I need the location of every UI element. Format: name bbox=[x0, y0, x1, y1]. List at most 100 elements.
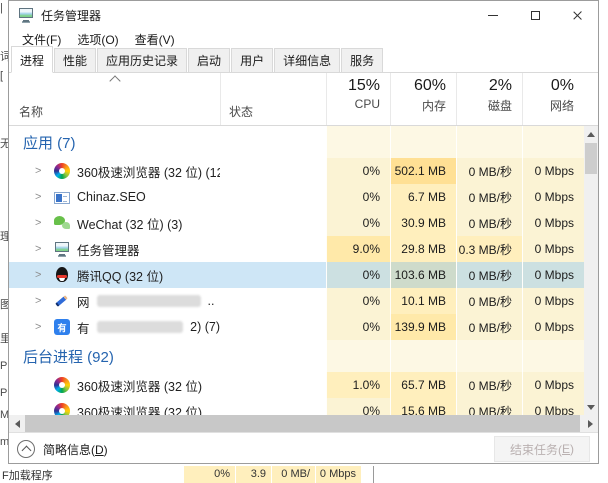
expand-arrow-icon[interactable]: > bbox=[35, 295, 47, 307]
background-memory-cell: 3.9 MB bbox=[235, 466, 271, 483]
status-cell bbox=[220, 288, 326, 314]
tab-processes[interactable]: 进程 bbox=[11, 46, 53, 73]
tab-services[interactable]: 服务 bbox=[341, 48, 383, 72]
column-header-network[interactable]: 0% 网络 bbox=[522, 73, 584, 125]
menu-item-view[interactable]: 查看(V) bbox=[127, 29, 183, 50]
process-name-cell: >任务管理器 bbox=[9, 236, 220, 262]
horizontal-scrollbar-thumb[interactable] bbox=[25, 415, 580, 432]
status-cell bbox=[220, 398, 326, 415]
window-title: 任务管理器 bbox=[41, 7, 101, 24]
status-cell bbox=[220, 314, 326, 340]
tab-startup[interactable]: 启动 bbox=[188, 48, 230, 72]
vertical-scrollbar-thumb[interactable] bbox=[585, 143, 597, 174]
maximize-button[interactable] bbox=[514, 1, 556, 29]
wechat-icon bbox=[54, 215, 70, 231]
process-name: 360极速浏览器 (32 位) bbox=[77, 376, 202, 395]
status-cell bbox=[220, 262, 326, 288]
vertical-scrollbar[interactable] bbox=[584, 126, 598, 415]
mem-cell: 6.7 MB bbox=[390, 184, 456, 210]
cpu-total-percent: 15% bbox=[348, 77, 380, 95]
expand-arrow-icon[interactable]: > bbox=[35, 269, 47, 281]
cpu-column-label: CPU bbox=[355, 97, 380, 111]
tab-users[interactable]: 用户 bbox=[231, 48, 273, 72]
column-header-status[interactable]: 状态 bbox=[220, 73, 326, 125]
disk-cell bbox=[456, 126, 522, 158]
net-cell: 0 Mbps bbox=[522, 184, 584, 210]
process-name-suffix: .. bbox=[208, 294, 215, 308]
process-name: 有 bbox=[77, 318, 90, 337]
group-row[interactable]: 应用 (7) bbox=[9, 126, 584, 158]
process-row[interactable]: >WeChat (32 位) (3)0%30.9 MB0 MB/秒0 Mbps bbox=[9, 210, 584, 236]
title-bar: 任务管理器 bbox=[9, 1, 598, 29]
status-column-label: 状态 bbox=[229, 103, 253, 120]
group-row[interactable]: 后台进程 (92) bbox=[9, 340, 584, 372]
expand-arrow-icon[interactable]: > bbox=[35, 321, 47, 333]
menu-item-options[interactable]: 选项(O) bbox=[69, 29, 126, 50]
background-process-name: F加载程序 bbox=[2, 467, 53, 483]
process-row[interactable]: >有2) (7)0%139.9 MB0 MB/秒0 Mbps bbox=[9, 314, 584, 340]
disk-total-percent: 2% bbox=[489, 77, 512, 95]
process-name: 腾讯QQ (32 位) bbox=[77, 266, 163, 285]
close-button[interactable] bbox=[556, 1, 598, 29]
disk-cell: 0 MB/秒 bbox=[456, 372, 522, 398]
process-name-cell: > 网.. bbox=[9, 288, 220, 314]
chevron-up-icon bbox=[21, 446, 31, 456]
background-window-border bbox=[373, 466, 374, 483]
triangle-right-icon bbox=[588, 420, 593, 428]
network-total-percent: 0% bbox=[551, 77, 574, 95]
expand-arrow-icon[interactable]: > bbox=[35, 191, 47, 203]
youdao-icon bbox=[54, 319, 70, 335]
process-row[interactable]: >网..0%10.1 MB0 MB/秒0 Mbps bbox=[9, 288, 584, 314]
group-label-cell: 后台进程 (92) bbox=[9, 340, 220, 372]
process-row[interactable]: >Chinaz.SEO0%6.7 MB0 MB/秒0 Mbps bbox=[9, 184, 584, 210]
end-task-button[interactable]: 结束任务(E) bbox=[494, 436, 590, 462]
background-network-cell: 0 Mbps bbox=[315, 466, 361, 483]
tab-app-history[interactable]: 应用历史记录 bbox=[97, 48, 187, 72]
censor-blur bbox=[97, 295, 201, 307]
window-controls bbox=[472, 1, 598, 29]
disk-cell: 0.3 MB/秒 bbox=[456, 236, 522, 262]
group-label-cell: 应用 (7) bbox=[9, 126, 220, 158]
expand-arrow-icon[interactable]: > bbox=[35, 217, 47, 229]
expand-arrow-icon[interactable]: > bbox=[35, 243, 47, 255]
cpu-cell: 0% bbox=[326, 262, 390, 288]
column-header-name[interactable]: 名称 bbox=[9, 73, 220, 125]
process-row[interactable]: >360极速浏览器 (32 位)0%15.6 MB0 MB/秒0 Mbps bbox=[9, 398, 584, 415]
scroll-down-button[interactable] bbox=[584, 399, 598, 415]
group-label: 后台进程 (92) bbox=[23, 346, 114, 367]
scroll-up-button[interactable] bbox=[584, 126, 598, 142]
horizontal-scrollbar[interactable] bbox=[9, 415, 598, 432]
close-icon bbox=[572, 10, 583, 21]
background-text-fragment: | bbox=[0, 2, 3, 14]
expand-arrow-icon[interactable]: > bbox=[35, 165, 47, 177]
process-row[interactable]: >腾讯QQ (32 位)0%103.6 MB0 MB/秒0 Mbps bbox=[9, 262, 584, 288]
process-name: 360极速浏览器 (32 位) bbox=[77, 402, 202, 416]
net-cell: 0 Mbps bbox=[522, 314, 584, 340]
net-cell: 0 Mbps bbox=[522, 398, 584, 415]
name-column-label: 名称 bbox=[19, 103, 43, 120]
column-header-cpu[interactable]: 15% CPU bbox=[326, 73, 390, 125]
process-name: 网 bbox=[77, 292, 90, 311]
task-manager-app-icon bbox=[18, 7, 34, 23]
net-cell bbox=[522, 340, 584, 372]
process-list: 应用 (7)>360极速浏览器 (32 位) (12)0%502.1 MB0 M… bbox=[9, 126, 598, 415]
scroll-right-button[interactable] bbox=[582, 415, 598, 432]
column-header-disk[interactable]: 2% 磁盘 bbox=[456, 73, 522, 125]
column-header-row: 名称 状态 15% CPU 60% 内存 2% 磁盘 0% 网络 bbox=[9, 73, 598, 126]
tab-performance[interactable]: 性能 bbox=[54, 48, 96, 72]
background-text-fragment: P bbox=[0, 387, 7, 399]
task-manager-window: 任务管理器 文件(F) 选项(O) 查看(V) 进程 性能 应用历史记录 启动 … bbox=[8, 0, 599, 464]
details-toggle-button[interactable]: 简略信息(D) bbox=[17, 440, 108, 458]
mem-cell: 29.8 MB bbox=[390, 236, 456, 262]
status-cell bbox=[220, 126, 326, 158]
column-header-memory[interactable]: 60% 内存 bbox=[390, 73, 456, 125]
process-row[interactable]: >360极速浏览器 (32 位)1.0%65.7 MB0 MB/秒0 Mbps bbox=[9, 372, 584, 398]
scroll-left-button[interactable] bbox=[9, 415, 25, 432]
minimize-button[interactable] bbox=[472, 1, 514, 29]
process-row[interactable]: >任务管理器9.0%29.8 MB0.3 MB/秒0 Mbps bbox=[9, 236, 584, 262]
mem-cell: 139.9 MB bbox=[390, 314, 456, 340]
tab-details[interactable]: 详细信息 bbox=[274, 48, 340, 72]
process-row[interactable]: >360极速浏览器 (32 位) (12)0%502.1 MB0 MB/秒0 M… bbox=[9, 158, 584, 184]
cpu-cell: 9.0% bbox=[326, 236, 390, 262]
browser-360-icon bbox=[54, 163, 70, 179]
